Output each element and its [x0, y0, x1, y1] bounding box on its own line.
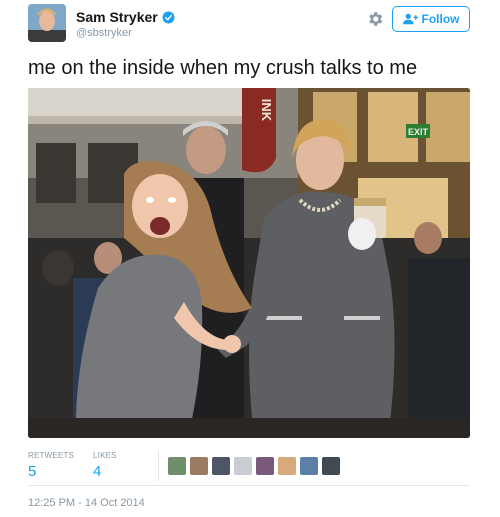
photo-sign-text: INK — [259, 99, 274, 122]
retweets-count[interactable]: 5 — [28, 463, 36, 480]
avatar[interactable] — [28, 4, 66, 42]
exit-sign-text: EXIT — [408, 127, 429, 137]
follow-label: Follow — [421, 12, 460, 26]
liker-avatars — [168, 457, 344, 475]
likes-label: LIKES — [93, 451, 117, 460]
name-row: Sam Stryker — [76, 9, 175, 25]
tweet-photo[interactable]: INK EXIT — [28, 88, 470, 438]
liker-avatar[interactable] — [256, 457, 274, 475]
tweet-stats: RETWEETS 5 LIKES 4 — [28, 449, 470, 489]
retweets-label: RETWEETS — [28, 451, 75, 460]
verified-badge-icon — [162, 11, 175, 23]
tweet-timestamp[interactable]: 12:25 PM - 14 Oct 2014 — [28, 497, 145, 509]
display-name[interactable]: Sam Stryker — [76, 9, 158, 25]
tweet-text: me on the inside when my crush talks to … — [28, 57, 418, 79]
liker-avatar[interactable] — [190, 457, 208, 475]
liker-avatar[interactable] — [234, 457, 252, 475]
liker-avatar[interactable] — [212, 457, 230, 475]
tweet-header: Sam Stryker @sbstryker Follow — [0, 0, 500, 50]
stats-bottom-divider — [28, 485, 470, 486]
likes-count[interactable]: 4 — [93, 463, 101, 480]
liker-avatar[interactable] — [168, 457, 186, 475]
liker-avatar[interactable] — [300, 457, 318, 475]
liker-avatar[interactable] — [278, 457, 296, 475]
follow-button[interactable]: Follow — [392, 6, 470, 32]
liker-avatar[interactable] — [322, 457, 340, 475]
gear-icon[interactable] — [366, 10, 384, 28]
stats-divider — [158, 451, 159, 481]
user-handle[interactable]: @sbstryker — [76, 27, 132, 39]
follow-person-plus-icon — [402, 13, 418, 25]
